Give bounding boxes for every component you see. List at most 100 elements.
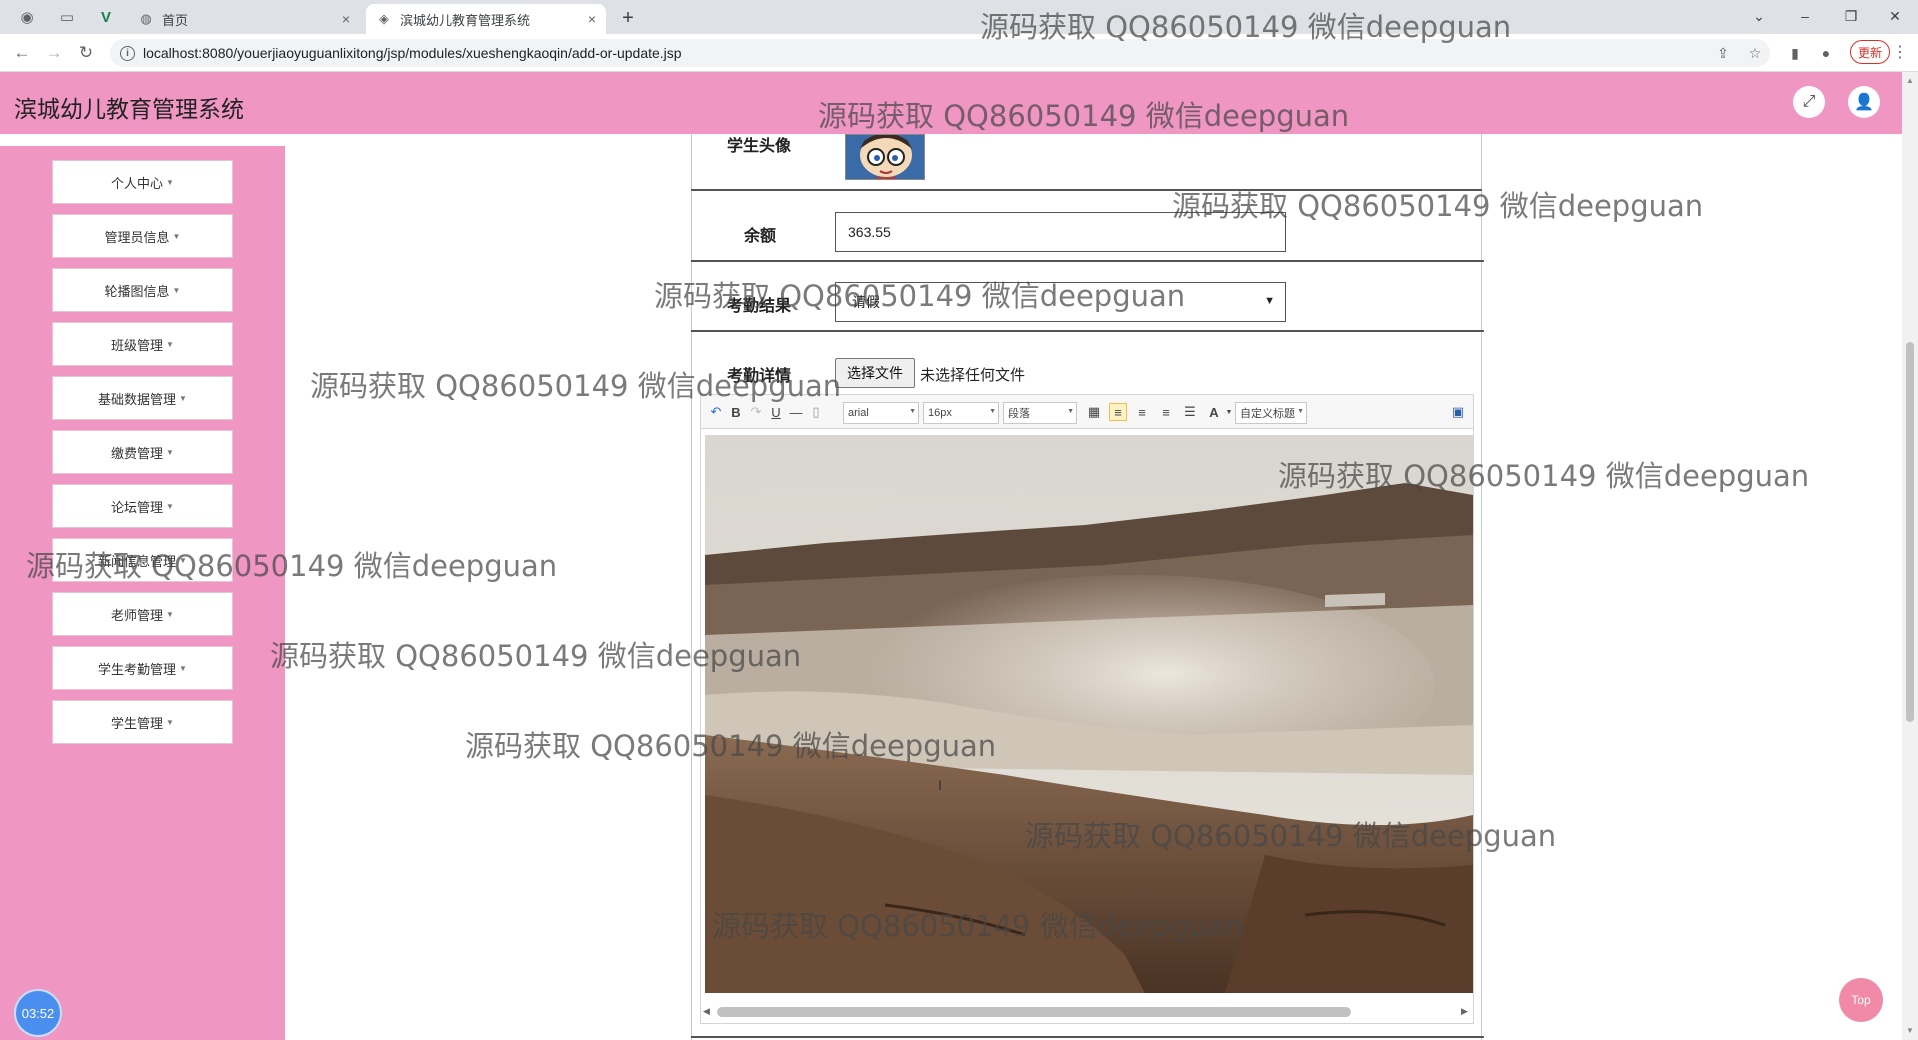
sidebar-item-label: 新闻信息管理 (98, 553, 177, 569)
timer-badge[interactable]: 03:52 (14, 989, 62, 1037)
font-size-value: 16px (928, 407, 952, 419)
row-divider (691, 1036, 1484, 1038)
undo-icon[interactable]: ↶ (707, 403, 725, 421)
underline-icon[interactable]: U (767, 403, 785, 421)
window-close-icon[interactable]: ✕ (1872, 2, 1918, 30)
align-center-icon[interactable]: ≡ (1157, 403, 1175, 421)
paragraph-select[interactable]: 段落 ▼ (1003, 402, 1077, 424)
scroll-right-icon[interactable]: ▶ (1461, 1006, 1468, 1017)
page-scrollbar[interactable]: ▲ ▼ (1902, 72, 1918, 1040)
tab-app[interactable]: ◈ 滨城幼儿教育管理系统 × (366, 4, 606, 34)
tab-search-icon[interactable]: ⌄ (1736, 2, 1782, 30)
sidebar-item-label: 管理员信息 (104, 229, 170, 245)
browser-toolbar: ← → ↻ i localhost:8080/youerjiaoyuguanli… (0, 34, 1918, 72)
font-size-select[interactable]: 16px ▼ (923, 402, 999, 424)
side-panel-icon[interactable]: ▮ (1784, 43, 1806, 63)
scroll-left-icon[interactable]: ◀ (703, 1006, 710, 1017)
pinned-tab-v-icon[interactable]: V (95, 7, 117, 27)
minimize-icon[interactable]: – (1782, 2, 1828, 30)
attendance-result-select[interactable]: 请假 ▼ (835, 282, 1286, 322)
reload-icon[interactable]: ↻ (72, 40, 100, 66)
sidebar-item-student[interactable]: 学生管理 ▼ (52, 700, 233, 744)
caret-down-icon: ▼ (172, 231, 181, 241)
editor-horizontal-scrollbar[interactable]: ◀ ▶ (701, 1003, 1473, 1021)
pinned-tab-blank-icon[interactable]: ▭ (56, 7, 78, 27)
forward-icon[interactable]: → (40, 40, 68, 66)
sidebar-item-forum[interactable]: 论坛管理 ▼ (52, 484, 233, 528)
file-status-text: 未选择任何文件 (920, 367, 1026, 384)
sidebar-item-base-data[interactable]: 基础数据管理 ▼ (52, 376, 233, 420)
sidebar-item-label: 班级管理 (111, 337, 164, 353)
url-text: localhost:8080/youerjiaoyuguanlixitong/j… (143, 45, 682, 61)
selected-value: 请假 (852, 294, 880, 310)
fullscreen-icon[interactable]: ▣ (1449, 403, 1467, 421)
caret-down-icon: ▼ (166, 717, 174, 727)
tab-title: 首页 (162, 12, 189, 28)
sidebar-item-label: 老师管理 (111, 607, 164, 623)
landscape-waterfall-image (705, 435, 1473, 993)
balance-input[interactable]: 363.55 (835, 212, 1286, 252)
scroll-thumb[interactable] (717, 1007, 1351, 1017)
bold-icon[interactable]: B (727, 403, 745, 421)
sidebar: 个人中心 ▼ 管理员信息 ▼ 轮播图信息 ▼ 班级管理 ▼ 基础数据管理 ▼ 缴费管理 ▼ … (0, 146, 285, 1040)
editor-toolbar: ↶ B ↷ U — ▯ arial ▼ 16px ▼ 段落 ▼ ▦ ≡ ≡ ≡ … (701, 395, 1473, 429)
back-to-top-button[interactable]: Top (1839, 978, 1883, 1022)
choose-file-button[interactable]: 选择文件 (835, 358, 915, 388)
table-icon[interactable]: ▦ (1085, 403, 1103, 421)
scroll-thumb[interactable] (1906, 342, 1914, 722)
sidebar-item-admin-info[interactable]: 管理员信息 ▼ (52, 214, 233, 258)
sidebar-item-carousel-info[interactable]: 轮播图信息 ▼ (52, 268, 233, 312)
balance-label: 余额 (744, 228, 777, 245)
caret-down-icon: ▼ (166, 501, 174, 511)
address-bar[interactable]: i localhost:8080/youerjiaoyuguanlixitong… (110, 39, 1770, 67)
horizontal-rule-icon[interactable]: — (787, 403, 805, 421)
align-right-icon[interactable]: ≡ (1133, 403, 1151, 421)
sidebar-item-label: 学生考勤管理 (98, 661, 177, 677)
font-family-value: arial (848, 407, 869, 419)
sidebar-item-class-management[interactable]: 班级管理 ▼ (52, 322, 233, 366)
pinned-tab-icon[interactable]: ◉ (16, 7, 38, 27)
sidebar-item-personal-center[interactable]: 个人中心 ▼ (52, 160, 233, 204)
info-icon[interactable]: i (120, 45, 135, 61)
sidebar-item-label: 缴费管理 (111, 445, 164, 461)
app-title: 滨城幼儿教育管理系统 (14, 96, 244, 122)
update-button[interactable]: 更新 (1850, 40, 1890, 64)
sidebar-item-teacher[interactable]: 老师管理 ▼ (52, 592, 233, 636)
blank-page-icon[interactable]: ▯ (807, 403, 825, 421)
redo-icon[interactable]: ↷ (747, 403, 765, 421)
scroll-down-icon[interactable]: ▼ (1906, 1026, 1914, 1035)
user-avatar-icon[interactable]: 👤 (1848, 86, 1880, 118)
align-left-icon[interactable]: ≡ (1109, 403, 1127, 421)
sidebar-item-student-attendance[interactable]: 学生考勤管理 ▼ (52, 646, 233, 690)
sidebar-item-news[interactable]: 新闻信息管理 ▼ (52, 538, 233, 582)
student-avatar-image (845, 134, 925, 180)
attendance-detail-label: 考勤详情 (727, 368, 792, 385)
restore-icon[interactable]: ❐ (1828, 2, 1874, 30)
tab-title: 滨城幼儿教育管理系统 (400, 12, 531, 28)
sidebar-item-label: 学生管理 (111, 715, 164, 731)
new-tab-button[interactable]: + (614, 4, 642, 32)
globe-icon: ◍ (140, 11, 152, 26)
custom-heading-value: 自定义标题 (1240, 408, 1295, 420)
page-viewport: 学生头像 余额 363.55 考勤结果 请假 ▼ 考勤详情 选择文件 未选择任何… (0, 72, 1918, 1040)
align-justify-icon[interactable]: ☰ (1181, 403, 1199, 421)
fullscreen-toggle-icon[interactable]: ⤢ (1793, 86, 1825, 118)
custom-heading-select[interactable]: 自定义标题 ▼ (1235, 402, 1307, 424)
browser-menu-icon[interactable]: ⋮ (1892, 42, 1908, 62)
sidebar-item-payment[interactable]: 缴费管理 ▼ (52, 430, 233, 474)
app-header: 滨城幼儿教育管理系统 ⤢ 👤 (0, 72, 1902, 134)
back-icon[interactable]: ← (8, 40, 36, 66)
share-icon[interactable]: ⇪ (1712, 43, 1734, 63)
sidebar-item-label: 个人中心 (111, 175, 164, 191)
profile-icon[interactable]: ● (1815, 43, 1837, 63)
attendance-result-label: 考勤结果 (727, 298, 792, 315)
close-icon[interactable]: × (588, 11, 596, 27)
caret-down-icon: ▼ (166, 177, 174, 187)
tab-home[interactable]: ◍ 首页 × (128, 4, 360, 34)
row-divider (691, 330, 1484, 332)
editor-content-image[interactable] (705, 435, 1473, 993)
font-family-select[interactable]: arial ▼ (843, 402, 919, 424)
bookmark-star-icon[interactable]: ☆ (1744, 43, 1766, 63)
scroll-up-icon[interactable]: ▲ (1906, 76, 1914, 85)
close-icon[interactable]: × (342, 11, 350, 27)
